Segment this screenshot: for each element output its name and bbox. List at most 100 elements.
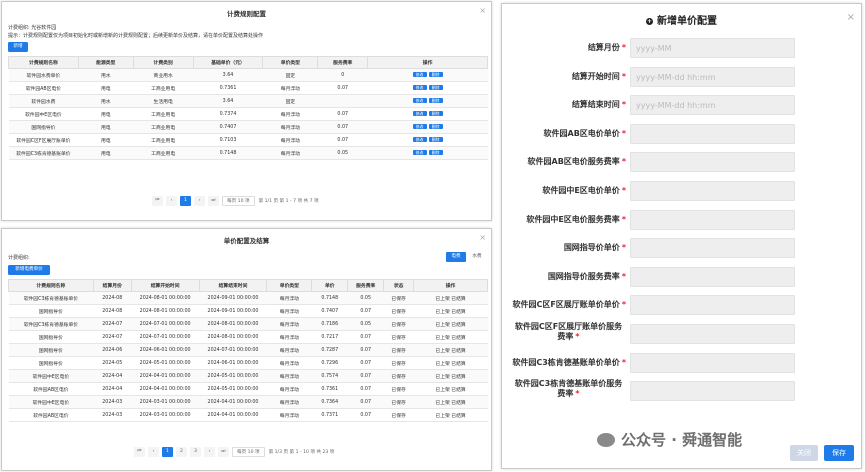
page-button[interactable]: 1	[180, 196, 191, 206]
next-page-icon[interactable]: ›	[204, 447, 215, 457]
edit-button[interactable]: 修改	[412, 124, 427, 129]
delete-button[interactable]: 删除	[428, 137, 443, 142]
edit-button[interactable]: 修改	[412, 72, 427, 77]
table-cell: 已保存	[383, 382, 414, 396]
delete-button[interactable]: 删除	[428, 124, 443, 129]
delete-button[interactable]: 删除	[428, 98, 443, 103]
table-cell: 0.7287	[311, 343, 348, 357]
table-cell: 0.07	[347, 382, 384, 396]
field-input[interactable]	[630, 209, 795, 230]
last-page-icon[interactable]: ⏭	[208, 196, 219, 206]
table-cell: 0.05	[347, 291, 384, 305]
table-cell: 每月浮动	[262, 81, 318, 95]
tab-electricity[interactable]: 电费	[446, 252, 466, 262]
field-label: 软件园C区F区展厅账单价服务 费率 *	[511, 322, 626, 342]
prev-page-icon[interactable]: ‹	[148, 447, 159, 457]
close-button[interactable]: 关闭	[790, 445, 818, 461]
add-button[interactable]: 新增	[8, 42, 28, 52]
table-cell: 0.07	[317, 81, 368, 95]
table-cell: 2024-07	[93, 317, 132, 331]
last-page-icon[interactable]: ⏭	[218, 447, 229, 457]
edit-button[interactable]: 修改	[412, 150, 427, 155]
page-button[interactable]: 3	[190, 447, 201, 457]
column-header: 服务费率	[347, 279, 385, 292]
field-input[interactable]	[630, 238, 795, 259]
action-cell: 修改 删除	[367, 133, 488, 147]
table-cell: 软件园C3栋肯德基账单价	[8, 317, 94, 331]
form-row: 国网指导价单价 *	[502, 238, 863, 259]
table-cell: 2024-08-01 00:00:00	[199, 330, 267, 344]
field-input[interactable]	[630, 324, 795, 344]
field-input[interactable]: yyyy-MM-dd hh:mm	[630, 95, 795, 116]
table-cell: 已上架 已结算	[413, 395, 488, 409]
save-button[interactable]: 保存	[824, 445, 854, 461]
table-row: 国网指导价 2024-07 2024-07-01 00:00:00 2024-08-0…	[8, 330, 488, 344]
tab-water[interactable]: 水费	[468, 252, 486, 262]
page-button[interactable]: 2	[176, 447, 187, 457]
close-icon[interactable]: ×	[479, 6, 486, 15]
edit-button[interactable]: 修改	[412, 137, 427, 142]
close-icon[interactable]: ×	[479, 233, 486, 242]
field-input[interactable]	[630, 181, 795, 201]
table-cell: 0.7361	[311, 382, 348, 396]
field-input[interactable]	[630, 266, 795, 287]
delete-button[interactable]: 删除	[428, 111, 443, 116]
form-row: 结算结束时间 * yyyy-MM-dd hh:mm	[502, 95, 863, 116]
action-cell: 修改 删除	[367, 107, 488, 121]
prev-page-icon[interactable]: ‹	[166, 196, 177, 206]
edit-button[interactable]: 修改	[412, 111, 427, 116]
field-input[interactable]	[630, 381, 795, 402]
table-cell: 2024-03	[93, 408, 132, 422]
table-cell: 2024-06-01 00:00:00	[199, 356, 267, 370]
page-size-select[interactable]: 每页 10 项	[232, 447, 265, 457]
table-cell: 3.64	[193, 94, 263, 108]
field-input[interactable]	[630, 123, 795, 144]
column-header: 单价类型	[266, 279, 313, 292]
close-icon[interactable]: ×	[847, 12, 855, 23]
field-label-text: 软件园AB区电价服务费率	[527, 157, 620, 167]
delete-button[interactable]: 删除	[428, 85, 443, 90]
field-input[interactable]: yyyy-MM	[630, 38, 795, 58]
field-input[interactable]	[630, 152, 795, 173]
panel-title: 单价配置及结算	[223, 237, 270, 245]
page-size-select[interactable]: 每页 10 项	[222, 196, 255, 206]
billing-org-label: 计费组织: 光谷软件园	[8, 25, 57, 31]
action-cell: 修改 删除	[367, 94, 488, 108]
field-input[interactable]	[630, 352, 795, 373]
table-cell: 每月浮动	[266, 408, 312, 422]
delete-button[interactable]: 删除	[428, 150, 443, 155]
table-cell: 软件园C区F区展厅账单价	[8, 133, 79, 147]
delete-button[interactable]: 删除	[428, 72, 443, 77]
field-input[interactable]	[630, 295, 795, 316]
next-page-icon[interactable]: ›	[194, 196, 205, 206]
field-label-text: 软件园C区F区展厅账单价服务 费率	[514, 322, 623, 341]
required-mark: *	[575, 389, 580, 399]
table-cell: 每月浮动	[262, 146, 318, 160]
add-price-button[interactable]: 新增电费单价	[8, 265, 50, 275]
table-cell: 0.7186	[311, 317, 348, 331]
table-cell	[317, 94, 368, 108]
required-mark: *	[621, 43, 626, 52]
field-label-text: 软件园C区F区展厅账单价单价	[512, 300, 620, 310]
table-cell: 2024-06	[93, 343, 132, 357]
table-cell: 0.07	[347, 343, 384, 357]
table-row: 软件园中E区电价 2024-04 2024-04-01 00:00:00 2024-0…	[8, 369, 488, 383]
table-cell: 0.7364	[311, 395, 348, 409]
table-cell: 用电	[78, 107, 134, 121]
page-button[interactable]: 1	[162, 447, 173, 457]
table-cell: 2024-07-01 00:00:00	[131, 317, 200, 331]
table-row: 软件园中E区电价 2024-03 2024-03-01 00:00:00 2024-0…	[8, 395, 488, 409]
first-page-icon[interactable]: ⏮	[152, 196, 163, 206]
table-cell: 生活用电	[133, 94, 194, 108]
field-input[interactable]: yyyy-MM-dd hh:mm	[630, 66, 795, 87]
table-cell: 用电	[78, 81, 134, 95]
table-cell: 国网指导价	[8, 120, 79, 134]
field-label: 软件园中E区电价服务费率 *	[526, 215, 626, 225]
field-label-text: 结算月份	[587, 43, 620, 52]
edit-button[interactable]: 修改	[412, 98, 427, 103]
table-cell: 每月浮动	[266, 356, 312, 370]
table-cell: 每月浮动	[266, 382, 312, 396]
table-cell: 0.07	[347, 408, 384, 422]
first-page-icon[interactable]: ⏮	[134, 447, 145, 457]
edit-button[interactable]: 修改	[412, 85, 427, 90]
